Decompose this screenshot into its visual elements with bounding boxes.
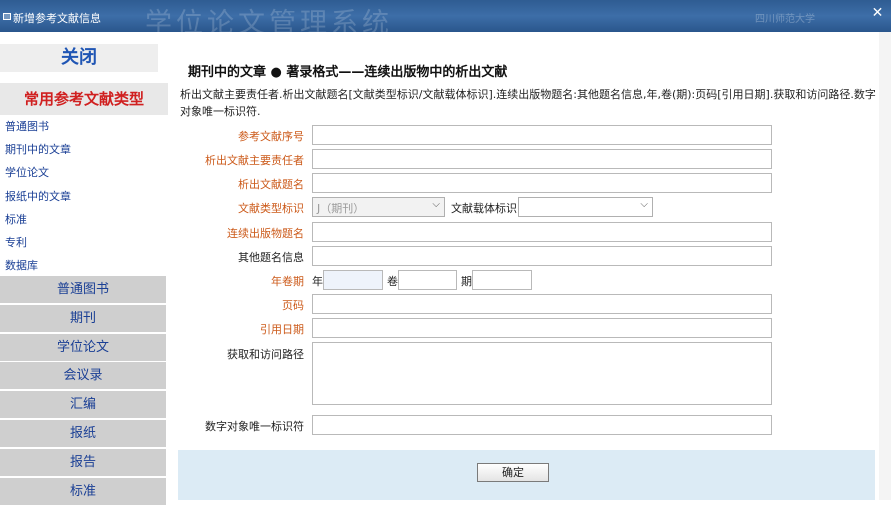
serial-title-input[interactable] bbox=[312, 222, 772, 242]
ok-button[interactable]: 确定 bbox=[477, 463, 549, 482]
window-title: 新增参考文献信息 bbox=[13, 12, 101, 25]
label-access-path: 获取和访问路径 bbox=[227, 348, 304, 361]
close-button[interactable]: 关闭 bbox=[0, 44, 158, 72]
pages-input[interactable] bbox=[312, 294, 772, 314]
label-pages: 页码 bbox=[282, 299, 304, 312]
label-doc-type: 文献类型标识 bbox=[238, 202, 304, 215]
sidebar-link-standard[interactable]: 标准 bbox=[5, 208, 71, 231]
type-button-list: 普通图书 期刊 学位论文 会议录 汇编 报纸 报告 标准 bbox=[0, 276, 166, 506]
category-title: 常用参考文献类型 bbox=[0, 83, 168, 115]
sidebar-link-book[interactable]: 普通图书 bbox=[5, 115, 71, 138]
type-button-journal[interactable]: 期刊 bbox=[0, 304, 166, 332]
type-button-newspaper[interactable]: 报纸 bbox=[0, 419, 166, 447]
window-icon bbox=[3, 13, 11, 20]
volume-input[interactable] bbox=[398, 270, 457, 290]
doc-type-select[interactable]: J（期刊） ⌵ bbox=[312, 197, 445, 217]
label-issue: 期 bbox=[461, 275, 472, 288]
category-link-list: 普通图书 期刊中的文章 学位论文 报纸中的文章 标准 专利 数据库 bbox=[5, 115, 71, 277]
sidebar-link-newspaper-article[interactable]: 报纸中的文章 bbox=[5, 185, 71, 208]
school-name: 四川师范大学 bbox=[755, 14, 815, 25]
background-system-title: 学位论文管理系统 bbox=[145, 8, 393, 32]
other-title-input[interactable] bbox=[312, 246, 772, 266]
format-description: 析出文献主要责任者.析出文献题名[文献类型标识/文献载体标识].连续出版物题名:… bbox=[180, 88, 876, 118]
chevron-down-icon: ⌵ bbox=[432, 199, 440, 210]
label-seq: 参考文献序号 bbox=[238, 130, 304, 143]
label-author: 析出文献主要责任者 bbox=[205, 154, 304, 167]
doi-input[interactable] bbox=[312, 415, 772, 435]
sidebar-link-thesis[interactable]: 学位论文 bbox=[5, 161, 71, 184]
seq-input[interactable] bbox=[312, 125, 772, 145]
doc-type-value: J（期刊） bbox=[317, 202, 365, 215]
issue-input[interactable] bbox=[472, 270, 532, 290]
close-icon[interactable]: ✕ bbox=[870, 6, 885, 21]
label-year: 年 bbox=[312, 275, 323, 288]
label-volume: 卷 bbox=[387, 275, 398, 288]
main-panel: 期刊中的文章 ● 著录格式——连续出版物中的析出文献 析出文献主要责任者.析出文… bbox=[178, 32, 891, 500]
label-cite-date: 引用日期 bbox=[260, 323, 304, 336]
type-button-thesis[interactable]: 学位论文 bbox=[0, 333, 166, 361]
author-input[interactable] bbox=[312, 149, 772, 169]
window-titlebar: 学位论文管理系统 四川师范大学 新增参考文献信息 ✕ bbox=[0, 0, 891, 32]
type-button-report[interactable]: 报告 bbox=[0, 448, 166, 476]
title-input[interactable] bbox=[312, 173, 772, 193]
label-carrier: 文献载体标识 bbox=[451, 202, 517, 215]
label-other-title: 其他题名信息 bbox=[238, 251, 304, 264]
sidebar-link-journal-article[interactable]: 期刊中的文章 bbox=[5, 138, 71, 161]
type-button-standard[interactable]: 标准 bbox=[0, 477, 166, 505]
sidebar-link-patent[interactable]: 专利 bbox=[5, 231, 71, 254]
type-button-proceedings[interactable]: 会议录 bbox=[0, 362, 166, 390]
type-button-book[interactable]: 普通图书 bbox=[0, 276, 166, 303]
chevron-down-icon: ⌵ bbox=[640, 199, 648, 210]
sidebar-link-database[interactable]: 数据库 bbox=[5, 254, 71, 277]
type-button-compilation[interactable]: 汇编 bbox=[0, 391, 166, 419]
label-year-vol: 年卷期 bbox=[271, 275, 304, 288]
label-doi: 数字对象唯一标识符 bbox=[205, 420, 304, 433]
access-path-textarea[interactable] bbox=[312, 342, 772, 405]
page-title: 期刊中的文章 ● 著录格式——连续出版物中的析出文献 bbox=[188, 65, 508, 80]
cite-date-input[interactable] bbox=[312, 318, 772, 338]
label-serial-title: 连续出版物题名 bbox=[227, 227, 304, 240]
label-title: 析出文献题名 bbox=[238, 178, 304, 191]
carrier-select[interactable]: ⌵ bbox=[518, 197, 653, 217]
year-input[interactable] bbox=[323, 270, 383, 290]
form-footer: 确定 bbox=[178, 450, 875, 500]
vertical-scrollbar[interactable] bbox=[879, 32, 891, 500]
